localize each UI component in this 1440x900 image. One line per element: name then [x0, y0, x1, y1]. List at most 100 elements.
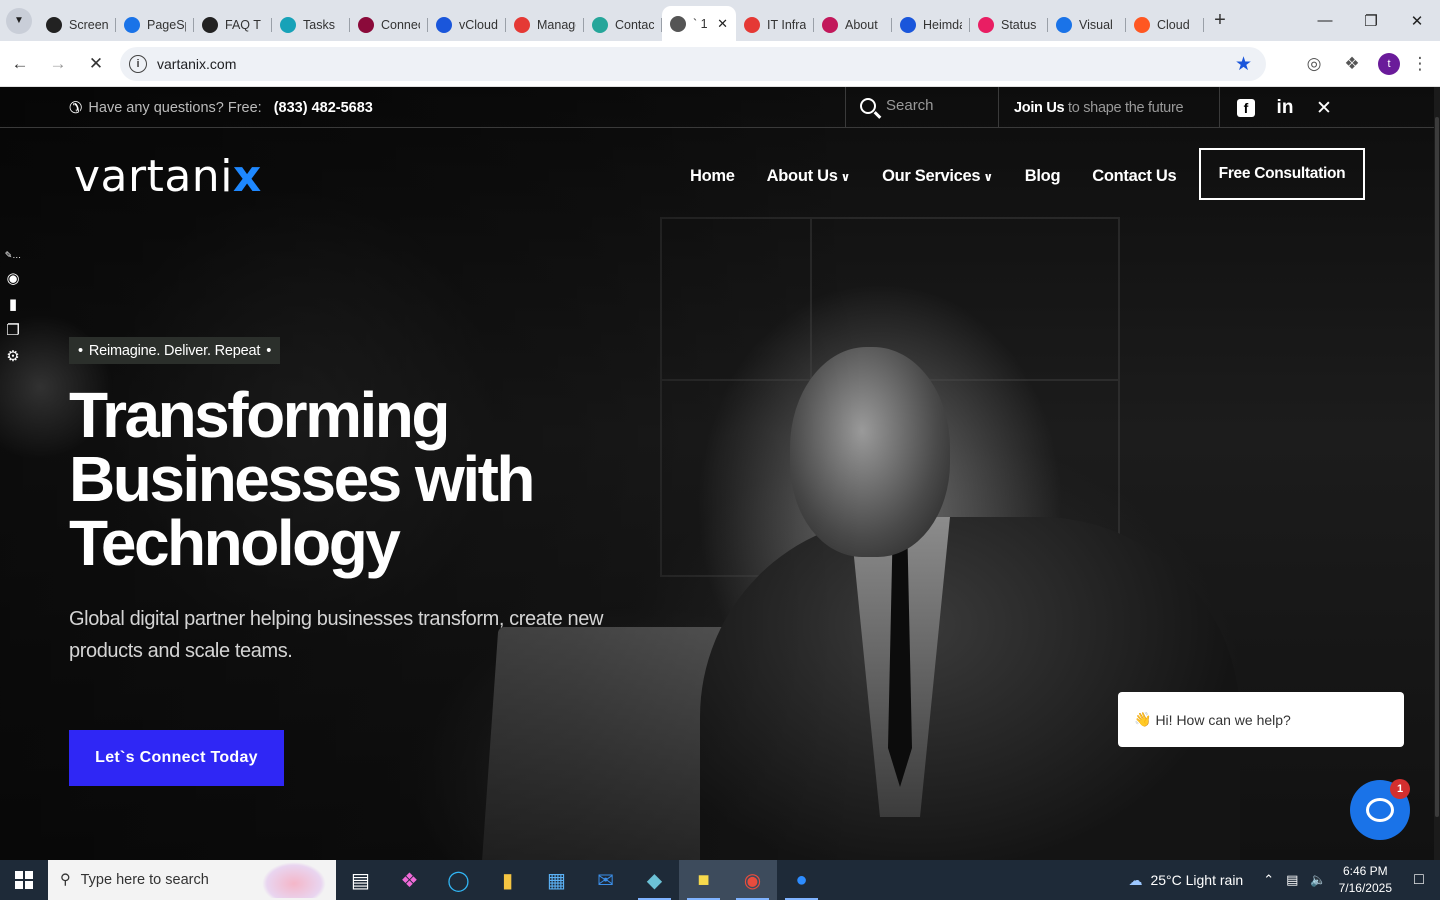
back-button[interactable]: ← — [2, 46, 38, 82]
chrome-icon[interactable]: ◉ — [728, 860, 777, 900]
app-diamond-icon[interactable]: ◆ — [630, 860, 679, 900]
scrollbar-thumb[interactable] — [1435, 117, 1439, 817]
linkedin-icon[interactable]: in — [1276, 97, 1294, 118]
check-icon — [436, 17, 452, 33]
tab-title: FAQ T — [225, 18, 261, 32]
windows-icon[interactable]: ❐ — [3, 321, 23, 339]
join-us-bold: Join Us — [1014, 100, 1065, 116]
tab-title: vCloud — [459, 18, 498, 32]
free-consultation-button[interactable]: Free Consultation — [1199, 148, 1365, 200]
close-window-button[interactable]: ✕ — [1394, 0, 1440, 41]
restore-button[interactable]: ❐ — [1348, 0, 1394, 41]
browser-tab[interactable]: Tasks — [272, 9, 350, 41]
nav-about-us[interactable]: About Us — [767, 167, 850, 186]
tab-title: ` 1 — [693, 16, 708, 31]
search-icon[interactable] — [860, 97, 876, 114]
vartanix-logo[interactable]: vartanix — [74, 151, 262, 202]
stop-loading-button[interactable]: ✕ — [78, 46, 114, 82]
browser-tab[interactable]: FAQ T — [194, 9, 272, 41]
hero-tagline: • Reimagine. Deliver. Repeat • — [69, 337, 281, 364]
start-button[interactable] — [0, 860, 48, 900]
browser-tab[interactable]: vCloud — [428, 9, 506, 41]
chat-greeting-bubble[interactable]: 👋 Hi! How can we help? — [1118, 692, 1404, 747]
tab-title: Status — [1001, 18, 1037, 32]
url-text[interactable]: vartanix.com — [157, 56, 236, 72]
browser-tab[interactable]: Screenshot — [38, 9, 116, 41]
site-top-bar: ✆ Have any questions? Free: (833) 482-56… — [0, 87, 1440, 128]
site-info-icon[interactable]: i — [129, 55, 147, 73]
edge-icon[interactable]: ◯ — [434, 860, 483, 900]
show-hidden-icons-chevron-up-icon[interactable]: ⌃ — [1263, 872, 1274, 888]
extensions-icon[interactable]: ❖ — [1334, 46, 1370, 82]
browser-tab[interactable]: IT Infra — [736, 9, 814, 41]
tab-title: Heimdal — [923, 18, 962, 32]
microsoft-store-icon[interactable]: ▦ — [532, 860, 581, 900]
camera-icon[interactable]: ◉ — [3, 269, 23, 287]
settings-gear-icon[interactable]: ⚙ — [3, 347, 23, 365]
browser-tab[interactable]: Heimdal — [892, 9, 970, 41]
system-clock[interactable]: 6:46 PM 7/16/2025 — [1339, 863, 1392, 897]
browser-tab[interactable]: Cloud — [1126, 9, 1204, 41]
translate-icon[interactable]: ◎ — [1296, 46, 1332, 82]
faq-icon — [202, 17, 218, 33]
minimize-button[interactable]: — — [1302, 0, 1348, 41]
phone-number-link[interactable]: (833) 482-5683 — [274, 100, 373, 116]
browser-tab[interactable]: About — [814, 9, 892, 41]
zoom-icon[interactable]: ● — [777, 860, 826, 900]
close-tab-icon[interactable]: ✕ — [717, 16, 728, 32]
taskbar-search-box[interactable]: ⚲ Type here to search — [48, 860, 336, 900]
file-explorer-icon[interactable]: ▮ — [483, 860, 532, 900]
browser-tab[interactable]: PageSpeed — [116, 9, 194, 41]
divider — [1219, 87, 1220, 128]
logo-x-mark: x — [232, 151, 262, 202]
mail-icon[interactable]: ✉ — [581, 860, 630, 900]
network-icon[interactable]: ▤ — [1286, 872, 1298, 888]
search-input[interactable]: Search — [886, 97, 934, 114]
site-search[interactable]: Search — [860, 97, 934, 114]
browser-tab[interactable]: Status — [970, 9, 1048, 41]
browser-tab[interactable]: ` 1 ✕ — [662, 6, 736, 41]
page-scrollbar[interactable] — [1434, 87, 1440, 860]
task-view-icon[interactable]: ▤ — [336, 860, 385, 900]
browser-tab[interactable]: Connect — [350, 9, 428, 41]
lets-connect-button[interactable]: Let`s Connect Today — [69, 730, 284, 786]
pin-icon[interactable]: ✎… — [3, 250, 23, 261]
copilot-icon[interactable]: ❖ — [385, 860, 434, 900]
tab-title: Connect — [381, 18, 420, 32]
tab-title: Cloud — [1157, 18, 1190, 32]
tab-title: IT Infra — [767, 18, 806, 32]
hero-title-line: Technology — [69, 507, 401, 579]
nav-our-services[interactable]: Our Services — [882, 167, 993, 186]
bullet-icon: • — [266, 342, 272, 359]
status-icon — [978, 17, 994, 33]
address-bar[interactable]: i vartanix.com ★ — [120, 47, 1266, 81]
nav-contact-us[interactable]: Contact Us — [1092, 167, 1176, 186]
x-twitter-icon[interactable]: ✕ — [1315, 98, 1333, 119]
volume-icon[interactable]: 🔈 — [1310, 872, 1326, 888]
tab-title: Screenshot — [69, 18, 108, 32]
video-icon[interactable]: ▮ — [3, 295, 23, 313]
browser-tab[interactable]: Visual — [1048, 9, 1126, 41]
browser-tab[interactable]: Contact — [584, 9, 662, 41]
tab-search-button[interactable]: ▼ — [0, 0, 38, 41]
system-tray: ☁ 25°C Light rain ⌃ ▤ 🔈 6:46 PM 7/16/202… — [1128, 860, 1440, 900]
notification-center-icon[interactable]: □ — [1406, 860, 1432, 900]
diamond-icon — [514, 17, 530, 33]
bookmark-star-icon[interactable]: ★ — [1235, 53, 1252, 76]
facebook-icon[interactable]: f — [1237, 99, 1255, 117]
profile-avatar[interactable]: t — [1378, 53, 1400, 75]
nav-home[interactable]: Home — [690, 167, 735, 186]
tab-title: Manage — [537, 18, 576, 32]
sticky-notes-icon[interactable]: ■ — [679, 860, 728, 900]
browser-tab-strip: ▼ Screenshot PageSpeed FAQ T Tasks Connect vC… — [0, 0, 1440, 41]
new-tab-button[interactable]: + — [1204, 5, 1236, 37]
browser-menu-icon[interactable]: ⋮ — [1402, 46, 1438, 82]
nav-blog[interactable]: Blog — [1025, 167, 1061, 186]
browser-tab[interactable]: Manage — [506, 9, 584, 41]
join-us-rest: to shape the future — [1064, 100, 1184, 116]
weather-widget[interactable]: ☁ 25°C Light rain — [1128, 872, 1243, 889]
cloud-icon — [1134, 17, 1150, 33]
join-us-link[interactable]: Join Us to shape the future — [1014, 100, 1184, 116]
forward-button[interactable]: → — [40, 46, 76, 82]
taskbar-search-input[interactable]: Type here to search — [81, 872, 209, 888]
